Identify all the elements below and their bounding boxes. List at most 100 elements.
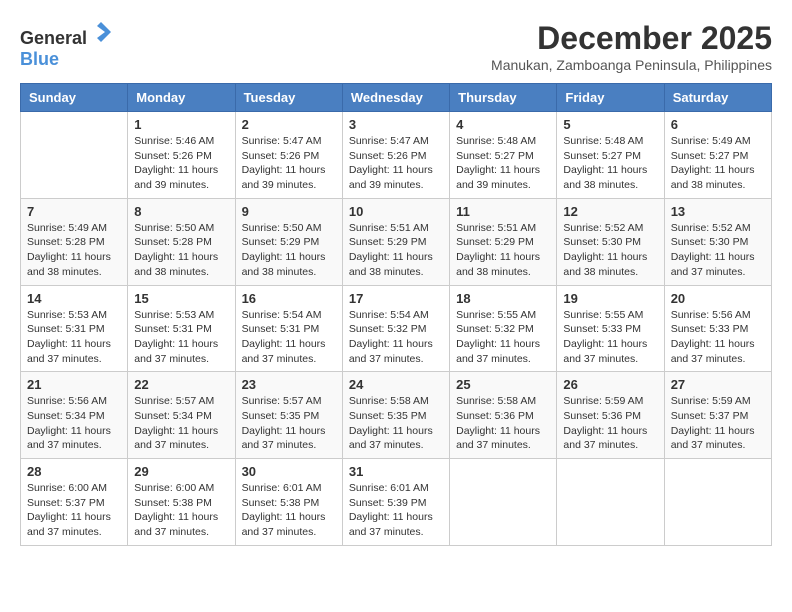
calendar-cell	[557, 459, 664, 546]
day-number: 26	[563, 377, 657, 392]
day-info: Sunrise: 5:54 AM Sunset: 5:31 PM Dayligh…	[242, 308, 336, 367]
day-info: Sunrise: 5:56 AM Sunset: 5:34 PM Dayligh…	[27, 394, 121, 453]
calendar-cell: 28 Sunrise: 6:00 AM Sunset: 5:37 PM Dayli…	[21, 459, 128, 546]
calendar-cell: 16 Sunrise: 5:54 AM Sunset: 5:31 PM Dayli…	[235, 285, 342, 372]
day-number: 3	[349, 117, 443, 132]
day-number: 6	[671, 117, 765, 132]
calendar-cell: 29 Sunrise: 6:00 AM Sunset: 5:38 PM Dayli…	[128, 459, 235, 546]
day-number: 30	[242, 464, 336, 479]
calendar-cell: 20Sunrise: 5:56 AM Sunset: 5:33 PM Dayli…	[664, 285, 771, 372]
day-number: 19	[563, 291, 657, 306]
column-header-thursday: Thursday	[450, 84, 557, 112]
calendar-cell: 9Sunrise: 5:50 AM Sunset: 5:29 PM Daylig…	[235, 198, 342, 285]
calendar-cell: 7 Sunrise: 5:49 AM Sunset: 5:28 PM Daylig…	[21, 198, 128, 285]
day-info: Sunrise: 5:48 AM Sunset: 5:27 PM Dayligh…	[456, 134, 550, 193]
day-number: 20	[671, 291, 765, 306]
logo-general: General	[20, 28, 87, 48]
calendar-cell: 15Sunrise: 5:53 AM Sunset: 5:31 PM Dayli…	[128, 285, 235, 372]
day-number: 16	[242, 291, 336, 306]
column-header-friday: Friday	[557, 84, 664, 112]
calendar-cell: 3Sunrise: 5:47 AM Sunset: 5:26 PM Daylig…	[342, 112, 449, 199]
calendar-cell: 26 Sunrise: 5:59 AM Sunset: 5:36 PM Dayli…	[557, 372, 664, 459]
day-number: 22	[134, 377, 228, 392]
day-info: Sunrise: 5:49 AM Sunset: 5:28 PM Dayligh…	[27, 221, 121, 280]
day-info: Sunrise: 5:51 AM Sunset: 5:29 PM Dayligh…	[349, 221, 443, 280]
day-info: Sunrise: 6:00 AM Sunset: 5:38 PM Dayligh…	[134, 481, 228, 540]
month-title: December 2025	[491, 20, 772, 57]
calendar-cell: 21 Sunrise: 5:56 AM Sunset: 5:34 PM Dayli…	[21, 372, 128, 459]
calendar-week-2: 7 Sunrise: 5:49 AM Sunset: 5:28 PM Daylig…	[21, 198, 772, 285]
calendar-cell: 4 Sunrise: 5:48 AM Sunset: 5:27 PM Daylig…	[450, 112, 557, 199]
day-info: Sunrise: 5:49 AM Sunset: 5:27 PM Dayligh…	[671, 134, 765, 193]
calendar-cell: 27 Sunrise: 5:59 AM Sunset: 5:37 PM Dayli…	[664, 372, 771, 459]
day-info: Sunrise: 5:58 AM Sunset: 5:36 PM Dayligh…	[456, 394, 550, 453]
calendar-cell: 23Sunrise: 5:57 AM Sunset: 5:35 PM Dayli…	[235, 372, 342, 459]
day-number: 8	[134, 204, 228, 219]
day-number: 27	[671, 377, 765, 392]
calendar-cell: 24Sunrise: 5:58 AM Sunset: 5:35 PM Dayli…	[342, 372, 449, 459]
day-info: Sunrise: 5:59 AM Sunset: 5:36 PM Dayligh…	[563, 394, 657, 453]
day-number: 1	[134, 117, 228, 132]
calendar-cell: 10 Sunrise: 5:51 AM Sunset: 5:29 PM Dayli…	[342, 198, 449, 285]
calendar-cell: 6 Sunrise: 5:49 AM Sunset: 5:27 PM Daylig…	[664, 112, 771, 199]
calendar-header-row: SundayMondayTuesdayWednesdayThursdayFrid…	[21, 84, 772, 112]
day-info: Sunrise: 5:52 AM Sunset: 5:30 PM Dayligh…	[563, 221, 657, 280]
day-number: 29	[134, 464, 228, 479]
day-number: 13	[671, 204, 765, 219]
day-info: Sunrise: 6:01 AM Sunset: 5:39 PM Dayligh…	[349, 481, 443, 540]
day-number: 28	[27, 464, 121, 479]
calendar-week-3: 14Sunrise: 5:53 AM Sunset: 5:31 PM Dayli…	[21, 285, 772, 372]
title-area: December 2025 Manukan, Zamboanga Peninsu…	[491, 20, 772, 73]
day-number: 7	[27, 204, 121, 219]
logo: General Blue	[20, 20, 113, 70]
day-number: 11	[456, 204, 550, 219]
day-info: Sunrise: 5:57 AM Sunset: 5:35 PM Dayligh…	[242, 394, 336, 453]
day-info: Sunrise: 5:55 AM Sunset: 5:33 PM Dayligh…	[563, 308, 657, 367]
day-number: 9	[242, 204, 336, 219]
column-header-monday: Monday	[128, 84, 235, 112]
calendar-cell: 14Sunrise: 5:53 AM Sunset: 5:31 PM Dayli…	[21, 285, 128, 372]
calendar-cell	[664, 459, 771, 546]
location-title: Manukan, Zamboanga Peninsula, Philippine…	[491, 57, 772, 73]
day-info: Sunrise: 5:52 AM Sunset: 5:30 PM Dayligh…	[671, 221, 765, 280]
day-number: 17	[349, 291, 443, 306]
day-info: Sunrise: 5:50 AM Sunset: 5:28 PM Dayligh…	[134, 221, 228, 280]
day-number: 10	[349, 204, 443, 219]
logo-icon	[89, 20, 113, 44]
calendar-cell: 13 Sunrise: 5:52 AM Sunset: 5:30 PM Dayli…	[664, 198, 771, 285]
day-info: Sunrise: 5:59 AM Sunset: 5:37 PM Dayligh…	[671, 394, 765, 453]
calendar-cell: 31 Sunrise: 6:01 AM Sunset: 5:39 PM Dayli…	[342, 459, 449, 546]
calendar-week-5: 28 Sunrise: 6:00 AM Sunset: 5:37 PM Dayli…	[21, 459, 772, 546]
day-number: 18	[456, 291, 550, 306]
column-header-sunday: Sunday	[21, 84, 128, 112]
day-number: 4	[456, 117, 550, 132]
day-info: Sunrise: 5:51 AM Sunset: 5:29 PM Dayligh…	[456, 221, 550, 280]
calendar-cell: 17Sunrise: 5:54 AM Sunset: 5:32 PM Dayli…	[342, 285, 449, 372]
calendar-cell: 25Sunrise: 5:58 AM Sunset: 5:36 PM Dayli…	[450, 372, 557, 459]
calendar-cell: 18Sunrise: 5:55 AM Sunset: 5:32 PM Dayli…	[450, 285, 557, 372]
day-number: 31	[349, 464, 443, 479]
day-number: 2	[242, 117, 336, 132]
day-info: Sunrise: 5:48 AM Sunset: 5:27 PM Dayligh…	[563, 134, 657, 193]
calendar-cell	[21, 112, 128, 199]
calendar-cell: 30 Sunrise: 6:01 AM Sunset: 5:38 PM Dayli…	[235, 459, 342, 546]
day-info: Sunrise: 5:46 AM Sunset: 5:26 PM Dayligh…	[134, 134, 228, 193]
calendar-table: SundayMondayTuesdayWednesdayThursdayFrid…	[20, 83, 772, 546]
calendar-cell: 8 Sunrise: 5:50 AM Sunset: 5:28 PM Daylig…	[128, 198, 235, 285]
calendar-cell: 5 Sunrise: 5:48 AM Sunset: 5:27 PM Daylig…	[557, 112, 664, 199]
day-number: 24	[349, 377, 443, 392]
day-info: Sunrise: 6:01 AM Sunset: 5:38 PM Dayligh…	[242, 481, 336, 540]
day-info: Sunrise: 6:00 AM Sunset: 5:37 PM Dayligh…	[27, 481, 121, 540]
column-header-tuesday: Tuesday	[235, 84, 342, 112]
day-number: 5	[563, 117, 657, 132]
calendar-cell: 1 Sunrise: 5:46 AM Sunset: 5:26 PM Daylig…	[128, 112, 235, 199]
day-number: 21	[27, 377, 121, 392]
column-header-saturday: Saturday	[664, 84, 771, 112]
calendar-week-4: 21 Sunrise: 5:56 AM Sunset: 5:34 PM Dayli…	[21, 372, 772, 459]
column-header-wednesday: Wednesday	[342, 84, 449, 112]
day-info: Sunrise: 5:47 AM Sunset: 5:26 PM Dayligh…	[242, 134, 336, 193]
calendar-cell: 2 Sunrise: 5:47 AM Sunset: 5:26 PM Daylig…	[235, 112, 342, 199]
calendar-cell: 12Sunrise: 5:52 AM Sunset: 5:30 PM Dayli…	[557, 198, 664, 285]
page-header: General Blue December 2025 Manukan, Zamb…	[20, 20, 772, 73]
day-info: Sunrise: 5:57 AM Sunset: 5:34 PM Dayligh…	[134, 394, 228, 453]
